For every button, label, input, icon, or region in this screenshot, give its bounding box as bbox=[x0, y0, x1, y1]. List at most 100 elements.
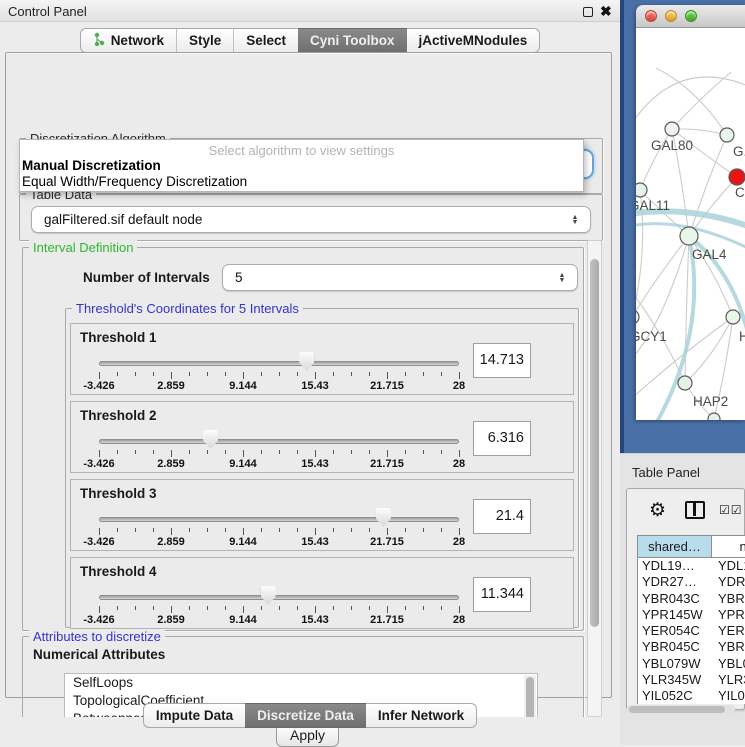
table-panel-body: ⚙ ☑☑ shared… na YDL19…YDL1YDR27…YDR2YBR0… bbox=[626, 488, 745, 710]
slider-tick-label: 15.43 bbox=[301, 380, 329, 392]
network-edge[interactable] bbox=[636, 236, 689, 317]
slider-tick bbox=[117, 450, 118, 454]
float-window-icon[interactable] bbox=[583, 7, 593, 17]
threshold-value-field[interactable]: 11.344 bbox=[473, 577, 531, 612]
slider-tick-label: 9.144 bbox=[229, 614, 257, 626]
column-header-name[interactable]: na bbox=[712, 536, 745, 557]
slider-tick bbox=[315, 528, 316, 535]
table-row[interactable]: YBL079WYBL0 bbox=[638, 656, 745, 672]
tab-discretize-data[interactable]: Discretize Data bbox=[245, 703, 366, 728]
top-tab-bar: NetworkStyleSelectCyni ToolboxjActiveMNo… bbox=[0, 28, 620, 53]
slider-tick bbox=[387, 372, 388, 379]
network-node-h[interactable] bbox=[726, 310, 740, 324]
network-node-hap2[interactable] bbox=[678, 376, 692, 390]
table-row[interactable]: YDL19…YDL1 bbox=[638, 558, 745, 574]
tab-label: Infer Network bbox=[378, 708, 464, 723]
slider-tick bbox=[225, 372, 226, 376]
slider-tick bbox=[333, 528, 334, 532]
slider-tick bbox=[459, 450, 460, 457]
split-columns-icon[interactable] bbox=[685, 501, 705, 519]
network-edge-highlight[interactable] bbox=[658, 236, 694, 420]
algorithm-option[interactable]: Equal Width/Frequency Discretization bbox=[22, 174, 247, 189]
tab-cyni-toolbox[interactable]: Cyni Toolbox bbox=[298, 28, 407, 53]
slider-tick bbox=[171, 450, 172, 457]
network-edge[interactable] bbox=[672, 129, 727, 135]
threshold-value-field[interactable]: 14.713 bbox=[473, 343, 531, 378]
network-node-g[interactable] bbox=[720, 128, 734, 142]
slider-tick bbox=[369, 528, 370, 532]
cell-name: YBR0 bbox=[712, 639, 745, 655]
network-window: GAL80G.CGAL11GAL4GCY1HHAP2 bbox=[636, 5, 745, 420]
threshold-slider-knob[interactable] bbox=[299, 352, 314, 371]
slider-tick bbox=[153, 450, 154, 454]
slider-tick-label: 2.859 bbox=[157, 614, 185, 626]
network-canvas[interactable]: GAL80G.CGAL11GAL4GCY1HHAP2 bbox=[636, 28, 745, 420]
network-view-frame: GAL80G.CGAL11GAL4GCY1HHAP2 bbox=[620, 0, 745, 453]
table-data-combobox[interactable]: galFiltered.sif default node ▲▼ bbox=[31, 206, 591, 233]
algorithm-option[interactable]: Manual Discretization bbox=[22, 158, 161, 173]
gear-icon[interactable]: ⚙ bbox=[649, 499, 666, 522]
tab-select[interactable]: Select bbox=[233, 28, 298, 53]
slider-tick bbox=[279, 606, 280, 610]
network-graph: GAL80G.CGAL11GAL4GCY1HHAP2 bbox=[636, 28, 745, 420]
threshold-slider-knob[interactable] bbox=[203, 430, 218, 449]
network-node-gal4[interactable] bbox=[680, 227, 698, 245]
network-node[interactable] bbox=[708, 413, 720, 420]
number-of-intervals-combobox[interactable]: 5 ▲▼ bbox=[222, 264, 578, 291]
network-node-gal11[interactable] bbox=[636, 183, 647, 197]
panel-vertical-scrollbar[interactable] bbox=[587, 240, 602, 717]
threshold-slider-track[interactable] bbox=[99, 361, 459, 366]
tab-style[interactable]: Style bbox=[176, 28, 233, 53]
table-row[interactable]: YDR27…YDR2 bbox=[638, 574, 745, 590]
tab-infer-network[interactable]: Infer Network bbox=[366, 703, 477, 728]
algorithm-placeholder: Select algorithm to view settings bbox=[20, 143, 583, 158]
close-icon[interactable]: ✖ bbox=[600, 3, 612, 20]
network-edge[interactable] bbox=[672, 72, 731, 129]
table-row[interactable]: YPR145WYPR1 bbox=[638, 607, 745, 623]
minimize-traffic-light-icon[interactable] bbox=[665, 10, 677, 22]
threshold-value-field[interactable]: 6.316 bbox=[473, 421, 531, 456]
column-header-shared-name[interactable]: shared… bbox=[638, 536, 712, 557]
slider-tick bbox=[423, 372, 424, 376]
table-row[interactable]: YBR045CYBR0 bbox=[638, 639, 745, 655]
slider-tick-label: -3.426 bbox=[83, 458, 114, 470]
table-row[interactable]: YLR345WYLR3 bbox=[638, 672, 745, 688]
attribute-list-item[interactable]: SelfLoops bbox=[65, 674, 537, 692]
slider-tick bbox=[171, 606, 172, 613]
zoom-traffic-light-icon[interactable] bbox=[685, 10, 697, 22]
select-columns-icon[interactable]: ☑☑ bbox=[719, 503, 743, 517]
network-node-gcy1[interactable] bbox=[636, 310, 639, 324]
network-edge[interactable] bbox=[685, 236, 689, 383]
table-horizontal-scrollbar[interactable] bbox=[627, 705, 735, 714]
tab-impute-data[interactable]: Impute Data bbox=[143, 703, 245, 728]
cell-shared-name: YDL19… bbox=[638, 558, 712, 574]
threshold-slider-track[interactable] bbox=[99, 439, 459, 444]
slider-tick bbox=[189, 528, 190, 532]
network-node-gal80[interactable] bbox=[665, 122, 679, 136]
slider-tick bbox=[135, 450, 136, 454]
tab-network[interactable]: Network bbox=[80, 28, 176, 53]
network-edge[interactable] bbox=[689, 177, 737, 236]
threshold-slider-track[interactable] bbox=[99, 517, 459, 522]
slider-tick bbox=[423, 528, 424, 532]
network-node-c[interactable] bbox=[729, 169, 745, 185]
slider-tick-label: 21.715 bbox=[370, 458, 404, 470]
threshold-slider-track[interactable] bbox=[99, 595, 459, 600]
tab-jactivemnodules[interactable]: jActiveMNodules bbox=[407, 28, 541, 53]
threshold-slider-knob[interactable] bbox=[376, 508, 391, 527]
table-row[interactable]: YER054CYER0 bbox=[638, 623, 745, 639]
close-traffic-light-icon[interactable] bbox=[645, 10, 657, 22]
table-row[interactable]: YIL052CYIL0 bbox=[638, 688, 745, 704]
control-panel: Control Panel ✖ NetworkStyleSelectCyni T… bbox=[0, 0, 620, 745]
slider-tick bbox=[405, 606, 406, 610]
network-node-label: GAL4 bbox=[692, 247, 727, 262]
table-panel: Table Panel ⚙ ☑☑ shared… na YDL19…YDL1YD… bbox=[620, 453, 745, 745]
network-node-label: GCY1 bbox=[636, 329, 667, 344]
table-row[interactable]: YBR043CYBR0 bbox=[638, 591, 745, 607]
threshold-slider-knob[interactable] bbox=[261, 586, 276, 605]
slider-tick bbox=[117, 372, 118, 376]
network-edge[interactable] bbox=[636, 77, 745, 126]
combo-arrows-icon: ▲▼ bbox=[553, 273, 571, 283]
slider-tick-label: 21.715 bbox=[370, 536, 404, 548]
threshold-value-field[interactable]: 21.4 bbox=[473, 499, 531, 534]
